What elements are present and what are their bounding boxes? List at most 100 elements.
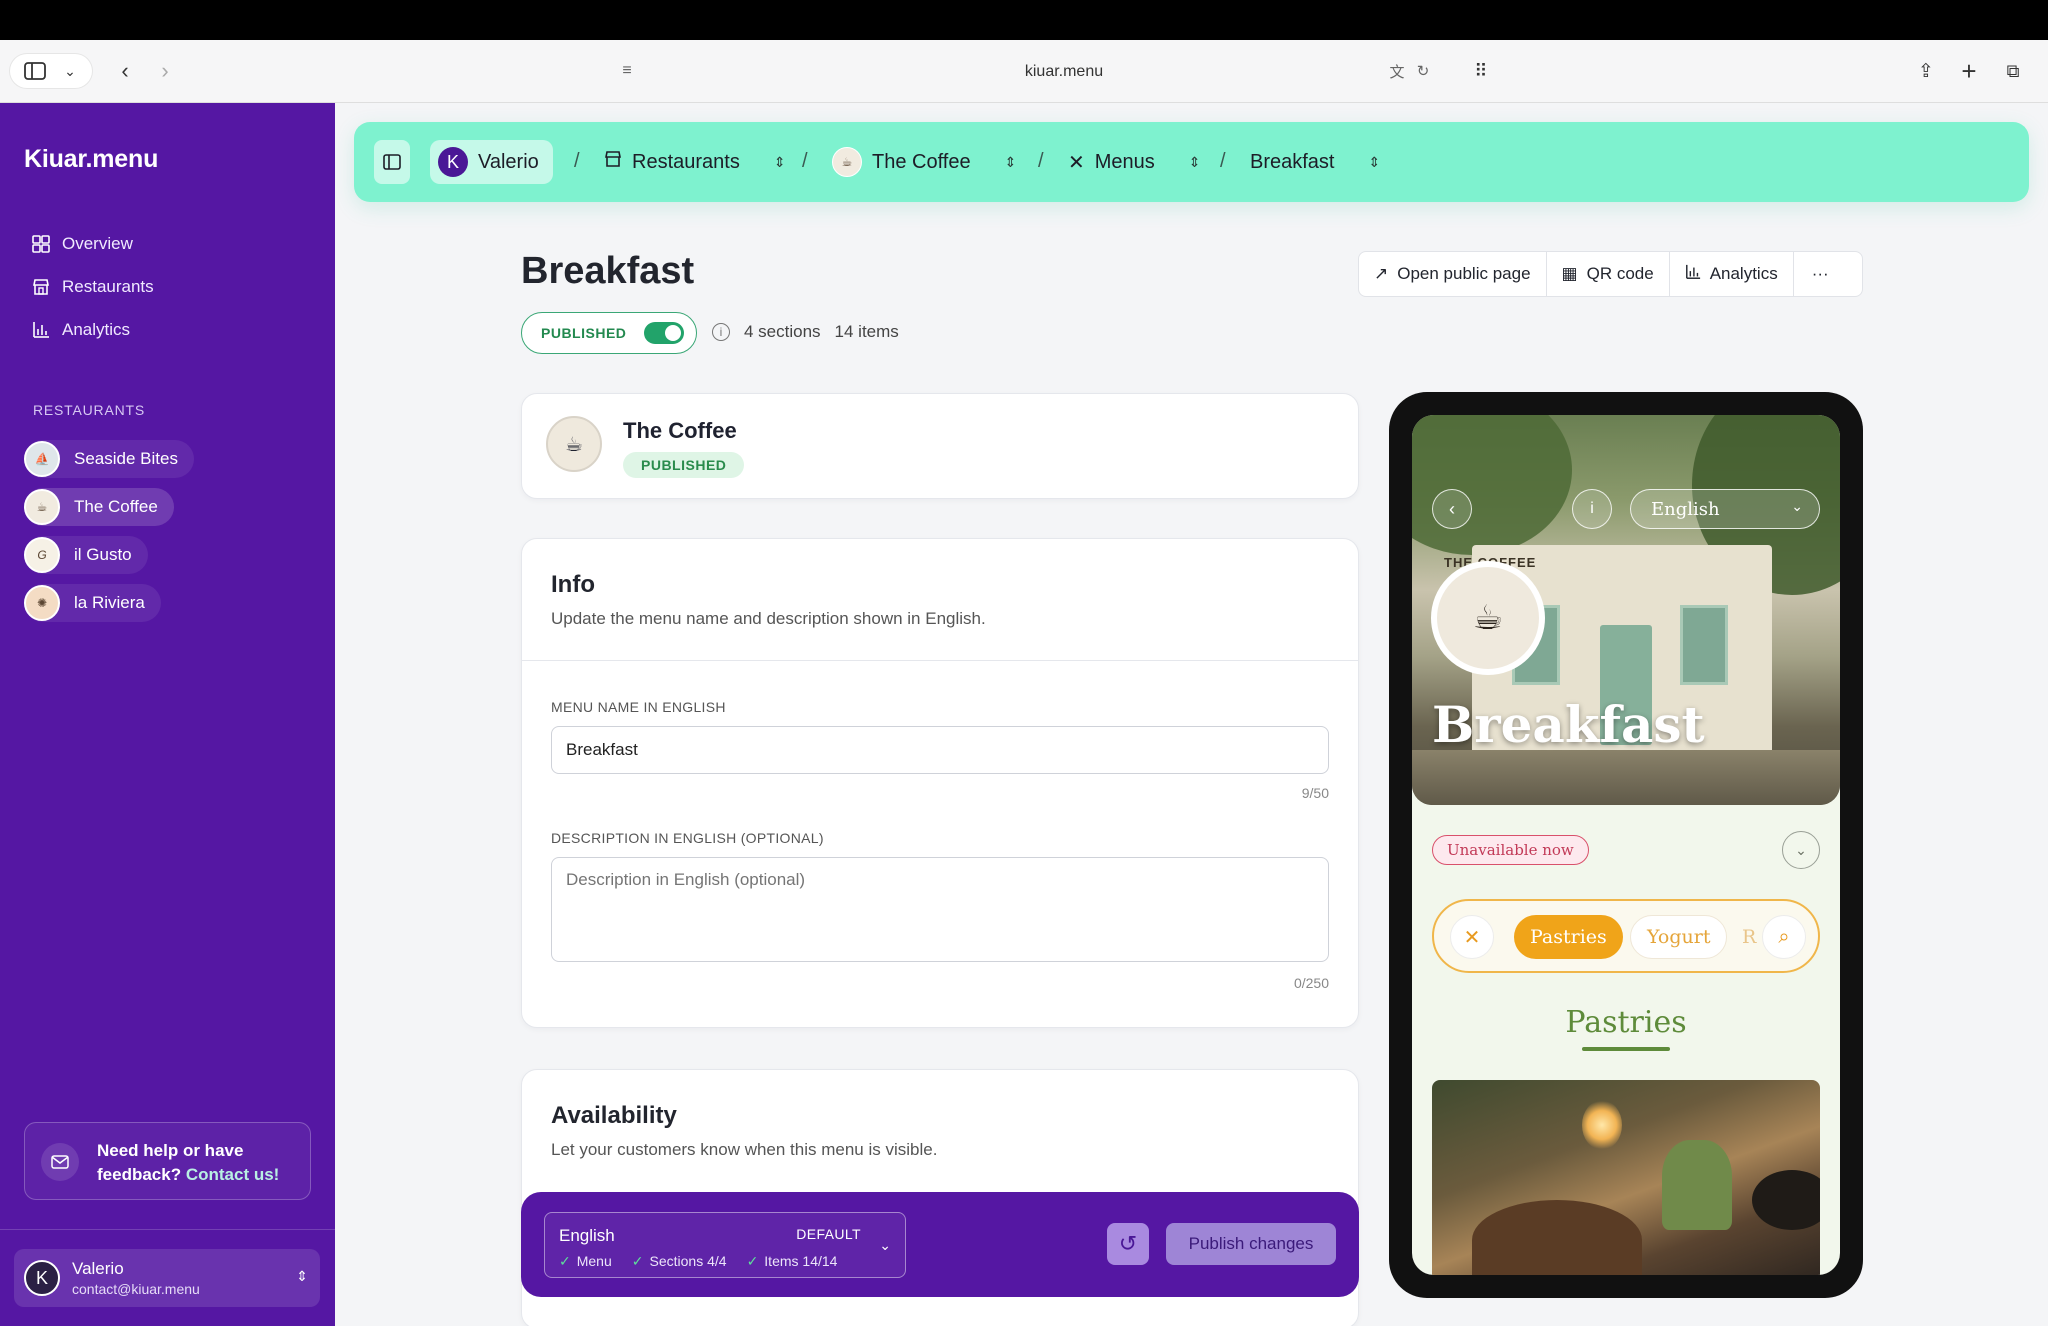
availability-title: Availability <box>551 1102 677 1129</box>
language-name: English <box>559 1226 615 1245</box>
menu-item-image[interactable] <box>1432 1080 1820 1275</box>
restaurant-logo: ☕ <box>1431 561 1545 675</box>
reader-icon[interactable]: ≡ <box>614 52 640 90</box>
restaurant-avatar: ☕ <box>24 489 60 525</box>
publish-status-toggle[interactable]: PUBLISHED <box>521 312 697 354</box>
tabs-overview-icon[interactable]: ⧉ <box>1998 52 2028 90</box>
more-options-icon[interactable]: ··· <box>1794 252 1847 296</box>
check-icon: ✓ <box>631 1253 644 1269</box>
check-sections: ✓ Sections 4/4 <box>632 1253 727 1270</box>
sidebar-icon[interactable] <box>22 52 48 90</box>
breadcrumb-separator: / <box>1220 150 1226 172</box>
open-public-page-button[interactable]: ↗ Open public page <box>1359 252 1547 296</box>
user-email: contact@kiuar.menu <box>72 1281 200 1297</box>
brand-logo[interactable]: Kiuar.menu <box>24 145 158 174</box>
check-items-label: Items 14/14 <box>764 1253 838 1269</box>
breadcrumb-menu-label: Breakfast <box>1250 150 1335 173</box>
lamp-glow <box>1582 1100 1622 1150</box>
restaurant-avatar: ⛵ <box>24 441 60 477</box>
utensils-icon[interactable]: ✕ <box>1450 915 1494 959</box>
info-title: Info <box>551 571 595 598</box>
help-card[interactable]: Need help or have feedback? Contact us! <box>24 1122 311 1200</box>
description-counter: 0/250 <box>1293 975 1329 991</box>
check-menu-label: Menu <box>576 1253 612 1269</box>
apps-grid-icon[interactable]: ⠿ <box>1466 52 1496 90</box>
qr-code-label: QR code <box>1586 264 1654 283</box>
language-selector[interactable]: English DEFAULT ✓ Menu ✓ Sections 4/4 ✓ Ite… <box>544 1212 906 1278</box>
url-text: kiuar.menu <box>1024 63 1104 80</box>
sidebar-restaurant-the-coffee[interactable]: ☕ The Coffee <box>24 488 174 526</box>
category-chip[interactable]: Yogurt <box>1630 915 1728 959</box>
reload-icon[interactable]: ↻ <box>1412 52 1434 90</box>
analytics-button[interactable]: Analytics <box>1670 252 1794 296</box>
panel-toggle-icon[interactable] <box>374 140 410 184</box>
qr-code-button[interactable]: ▦ QR code <box>1547 252 1670 296</box>
back-icon[interactable]: ‹ <box>1432 489 1472 529</box>
breadcrumb-separator: / <box>574 150 580 172</box>
chevron-up-down-icon: ⇕ <box>296 1268 308 1284</box>
publish-changes-button[interactable]: Publish changes <box>1166 1223 1336 1265</box>
check-menu: ✓ Menu <box>559 1253 612 1270</box>
check-icon: ✓ <box>559 1253 571 1269</box>
chevron-down-icon[interactable]: ⌄ <box>1782 831 1820 869</box>
sidebar-restaurant-seaside-bites[interactable]: ⛵ Seaside Bites <box>24 440 194 478</box>
chevron-down-icon[interactable]: ⌄ <box>58 52 82 90</box>
status-badge: PUBLISHED <box>623 452 745 478</box>
category-chip[interactable]: R <box>1742 915 1756 959</box>
user-menu[interactable]: K Valerio contact@kiuar.menu ⇕ <box>14 1249 320 1307</box>
external-link-icon: ↗ <box>1374 264 1389 283</box>
check-sections-label: Sections 4/4 <box>649 1253 727 1269</box>
undo-icon: ↺ <box>1118 1231 1138 1256</box>
info-icon[interactable]: i <box>712 323 730 341</box>
translate-icon[interactable]: 文 <box>1384 52 1410 90</box>
breadcrumb-restaurants[interactable]: Restaurants ⇕ <box>604 140 786 184</box>
help-text: Need help or have feedback? Contact us! <box>97 1139 307 1187</box>
breadcrumb-restaurant[interactable]: ☕ The Coffee ⇕ <box>832 140 1016 184</box>
sidebar-item-label: Restaurants <box>62 277 154 296</box>
restaurants-heading: RESTAURANTS <box>33 402 145 418</box>
page-actions: ↗ Open public page ▦ QR code Analytics ·… <box>1358 251 1863 297</box>
reset-changes-button[interactable]: ↺ <box>1107 1223 1149 1265</box>
search-icon[interactable]: ⌕ <box>1762 915 1806 959</box>
sidebar-item-analytics[interactable]: Analytics <box>32 315 130 345</box>
restaurant-card[interactable]: ☕ The Coffee PUBLISHED <box>521 393 1359 499</box>
sidebar-restaurant-la-riviera[interactable]: ✺ la Riviera <box>24 584 161 622</box>
back-icon[interactable]: ‹ <box>112 52 138 90</box>
sidebar-item-restaurants[interactable]: Restaurants <box>32 272 154 302</box>
breadcrumb-menus[interactable]: ✕ Menus ⇕ <box>1068 140 1201 184</box>
cake-slice <box>1472 1200 1642 1275</box>
system-top-bar <box>0 0 2048 40</box>
description-textarea[interactable] <box>551 857 1329 962</box>
info-icon[interactable]: i <box>1572 489 1612 529</box>
sidebar-restaurant-il-gusto[interactable]: G il Gusto <box>24 536 148 574</box>
preview-language-label: English <box>1651 498 1720 520</box>
page-title: Breakfast <box>521 250 695 292</box>
breadcrumb-menu[interactable]: Breakfast ⇕ <box>1250 140 1380 184</box>
plant <box>1662 1140 1732 1230</box>
menu-name-input[interactable] <box>551 726 1329 774</box>
breadcrumb-restaurant-label: The Coffee <box>872 150 971 173</box>
address-bar[interactable]: kiuar.menu <box>614 54 1514 90</box>
grid-icon <box>32 235 50 253</box>
share-icon[interactable]: ⇪ <box>1912 52 1940 90</box>
contact-link[interactable]: Contact us! <box>186 1165 280 1184</box>
tree-foliage <box>1412 415 1572 555</box>
avatar: K <box>438 147 468 177</box>
breadcrumb-user[interactable]: K Valerio <box>430 140 553 184</box>
coffee-cup <box>1752 1170 1820 1230</box>
restaurant-logo: ☕ <box>546 416 602 472</box>
new-tab-icon[interactable]: + <box>1955 52 1983 90</box>
preview-language-select[interactable]: English ⌄ <box>1630 489 1820 529</box>
phone-screen: THE COFFEE ‹ i English ⌄ ☕ Breakfast Una… <box>1412 415 1840 1275</box>
forward-icon[interactable]: › <box>152 52 178 90</box>
info-subtitle: Update the menu name and description sho… <box>551 609 986 628</box>
restaurant-avatar: ✺ <box>24 585 60 621</box>
category-chip-active[interactable]: Pastries <box>1514 915 1623 959</box>
breadcrumb-separator: / <box>1038 150 1044 172</box>
sections-count: 4 sections <box>744 322 821 341</box>
sidebar-item-overview[interactable]: Overview <box>32 229 133 259</box>
published-toggle[interactable] <box>644 322 685 344</box>
items-count: 14 items <box>834 322 899 341</box>
publish-bar: English DEFAULT ✓ Menu ✓ Sections 4/4 ✓ Ite… <box>521 1192 1359 1297</box>
hero-image: THE COFFEE ‹ i English ⌄ ☕ Breakfast <box>1412 415 1840 805</box>
